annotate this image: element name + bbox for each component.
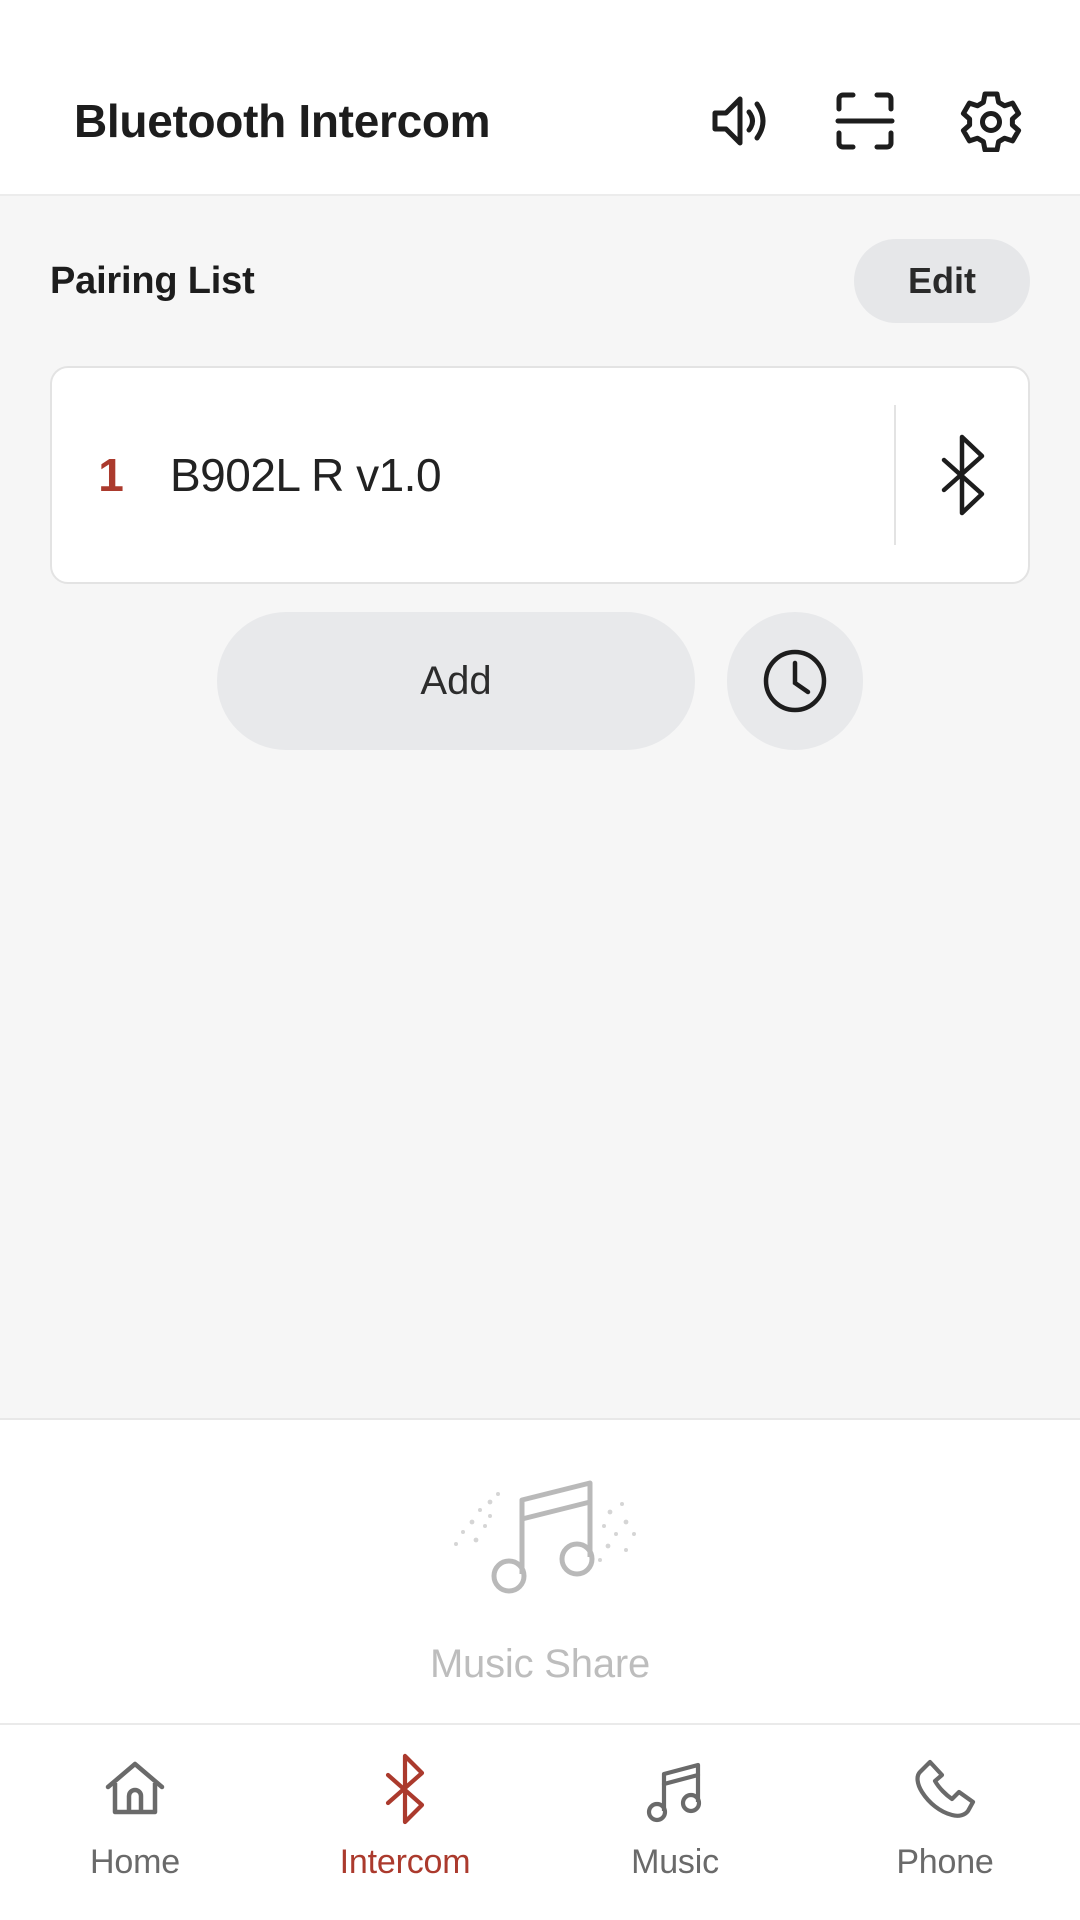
qr-scan-icon[interactable]: [832, 88, 898, 154]
gear-icon[interactable]: [958, 88, 1024, 154]
tab-phone[interactable]: Phone: [810, 1751, 1080, 1882]
bottom-navigation: Home Intercom Music Phone: [0, 1725, 1080, 1920]
edit-button[interactable]: Edit: [854, 239, 1030, 323]
tab-label: Phone: [896, 1843, 994, 1881]
music-share-panel[interactable]: Music Share: [0, 1420, 1080, 1725]
device-name: B902L R v1.0: [170, 449, 442, 501]
tab-label: Music: [631, 1843, 719, 1881]
pairing-section: Pairing List Edit 1 B902L R v1.0 Add: [0, 196, 1080, 1420]
home-icon: [100, 1751, 170, 1827]
pairing-section-header: Pairing List Edit: [50, 196, 1030, 366]
page-title: Bluetooth Intercom: [74, 95, 491, 147]
bluetooth-icon: [379, 1751, 431, 1827]
bluetooth-icon[interactable]: [896, 433, 1028, 517]
music-note-sparkle-icon: [430, 1456, 650, 1606]
app-header: Bluetooth Intercom: [0, 48, 1080, 196]
section-title: Pairing List: [50, 259, 255, 302]
music-note-icon: [642, 1751, 708, 1827]
add-button[interactable]: Add: [217, 612, 695, 750]
tab-label: Intercom: [339, 1843, 471, 1881]
header-actions: [706, 88, 1024, 154]
pairing-actions: Add: [50, 612, 1030, 750]
tab-music[interactable]: Music: [540, 1751, 810, 1882]
tab-label: Home: [90, 1843, 180, 1881]
device-index: 1: [98, 449, 124, 501]
app-screen: Bluetooth Intercom Pairing List Edit 1 B…: [0, 0, 1080, 1920]
phone-handset-icon: [910, 1751, 980, 1827]
tab-home[interactable]: Home: [0, 1751, 270, 1882]
music-share-label: Music Share: [429, 1642, 651, 1686]
status-bar-spacer: [0, 0, 1080, 48]
tab-intercom[interactable]: Intercom: [270, 1751, 540, 1882]
clock-history-icon[interactable]: [727, 612, 863, 750]
speaker-volume-icon[interactable]: [706, 88, 772, 154]
device-list-item[interactable]: 1 B902L R v1.0: [50, 366, 1030, 584]
